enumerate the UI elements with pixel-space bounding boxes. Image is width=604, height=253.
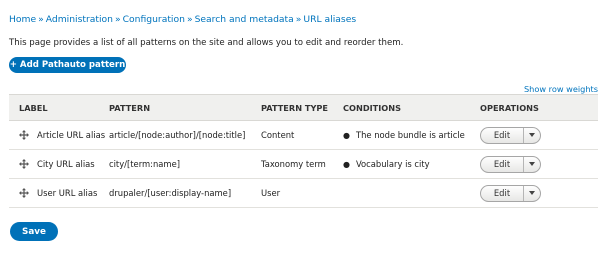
chevron-down-icon xyxy=(529,133,535,137)
row-label: Article URL alias xyxy=(37,130,106,140)
bullet-icon: ● xyxy=(343,159,350,169)
header-pattern-type: PATTERN TYPE xyxy=(261,94,343,121)
row-pattern: article/[node:author]/[node:title] xyxy=(109,120,261,150)
operations-toggle[interactable] xyxy=(524,186,540,201)
drag-handle-icon[interactable] xyxy=(19,159,29,169)
header-pattern: PATTERN xyxy=(109,94,261,121)
row-condition xyxy=(343,178,480,208)
table-row: City URL alias city/[term:name] Taxonomy… xyxy=(9,149,598,179)
breadcrumb-search-and-metadata[interactable]: Search and metadata xyxy=(195,14,294,25)
operations-dropbutton: Edit xyxy=(480,155,541,173)
row-label: City URL alias xyxy=(37,159,95,169)
operations-toggle[interactable] xyxy=(524,157,540,172)
row-pattern: city/[term:name] xyxy=(109,149,261,179)
drag-handle-icon[interactable] xyxy=(19,188,29,198)
show-row-weights-link[interactable]: Show row weights xyxy=(524,84,598,94)
table-row: User URL alias drupaler/[user:display-na… xyxy=(9,178,598,208)
breadcrumb-configuration[interactable]: Configuration xyxy=(123,14,185,25)
breadcrumb-separator: » xyxy=(38,14,44,25)
breadcrumb-home[interactable]: Home xyxy=(9,14,36,25)
breadcrumb-url-aliases[interactable]: URL aliases xyxy=(303,14,356,25)
bullet-icon: ● xyxy=(343,130,350,140)
save-button[interactable]: Save xyxy=(10,222,58,241)
breadcrumb-separator: » xyxy=(115,14,121,25)
edit-button[interactable]: Edit xyxy=(481,127,524,143)
table-header-row: LABEL PATTERN PATTERN TYPE CONDITIONS OP… xyxy=(9,94,598,121)
table-row: Article URL alias article/[node:author]/… xyxy=(9,120,598,150)
page-description: This page provides a list of all pattern… xyxy=(9,38,404,48)
row-pattern-type: User xyxy=(261,178,343,208)
row-pattern: drupaler/[user:display-name] xyxy=(109,178,261,208)
row-pattern-type: Content xyxy=(261,120,343,150)
row-pattern-type: Taxonomy term xyxy=(261,149,343,179)
operations-toggle[interactable] xyxy=(524,128,540,143)
header-conditions: CONDITIONS xyxy=(343,94,480,121)
row-condition: Vocabulary is city xyxy=(355,159,430,169)
breadcrumb-separator: » xyxy=(186,14,193,25)
edit-button[interactable]: Edit xyxy=(481,185,524,201)
edit-button[interactable]: Edit xyxy=(481,156,524,172)
row-label: User URL alias xyxy=(37,188,98,198)
breadcrumb: Home» Administration» Configuration» Search… xyxy=(9,14,356,25)
breadcrumb-separator: » xyxy=(295,14,302,25)
row-condition: The node bundle is article xyxy=(355,130,465,140)
breadcrumb-administration[interactable]: Administration xyxy=(46,14,113,25)
chevron-down-icon xyxy=(529,191,535,195)
header-label: LABEL xyxy=(9,94,109,121)
operations-dropbutton: Edit xyxy=(480,184,541,202)
chevron-down-icon xyxy=(529,162,535,166)
add-pathauto-pattern-button[interactable]: + Add Pathauto pattern xyxy=(9,57,126,73)
drag-handle-icon[interactable] xyxy=(19,130,29,140)
patterns-table: LABEL PATTERN PATTERN TYPE CONDITIONS OP… xyxy=(9,94,598,208)
operations-dropbutton: Edit xyxy=(480,126,541,144)
header-operations: OPERATIONS xyxy=(480,94,598,121)
